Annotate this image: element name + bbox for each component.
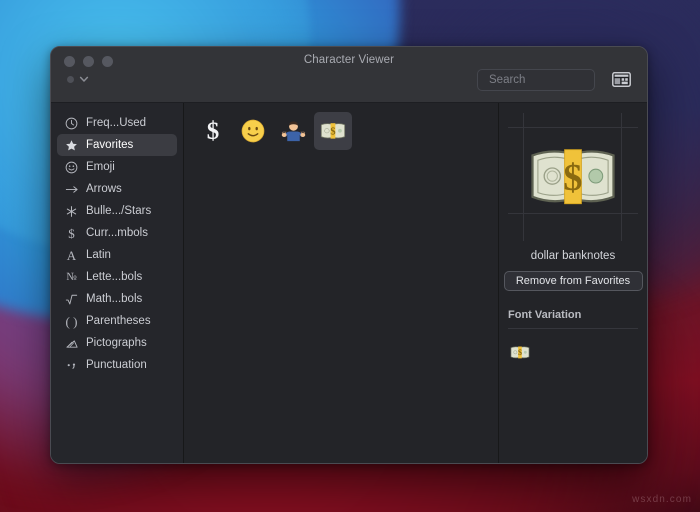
font-variation-cell[interactable]: $ [508, 340, 532, 364]
close-button[interactable] [64, 56, 75, 67]
panel-toggle-button[interactable] [609, 68, 633, 90]
action-dot-icon [67, 75, 74, 83]
character-glyph: $ [206, 117, 220, 145]
sidebar-item-punctuation[interactable]: Punctuation [57, 354, 177, 376]
window-titlebar: Character Viewer [51, 47, 647, 103]
watermark: wsxdn.com [632, 494, 692, 505]
window-body: Freq...Used Favorites Emoji Arrows Bulle… [51, 103, 647, 463]
sidebar-item-bullets-stars[interactable]: Bulle.../Stars [57, 200, 177, 222]
sidebar-item-parentheses[interactable]: ( ) Parentheses [57, 310, 177, 332]
zoom-button[interactable] [102, 56, 113, 67]
sidebar-item-arrows[interactable]: Arrows [57, 178, 177, 200]
chevron-down-icon [79, 76, 89, 82]
sidebar-item-label: Arrows [86, 183, 122, 195]
clock-icon [64, 117, 79, 130]
sidebar-item-latin[interactable]: A Latin [57, 244, 177, 266]
star-icon [64, 139, 79, 152]
sidebar-item-label: Curr...mbols [86, 227, 148, 239]
sidebar-item-label: Lette...bols [86, 271, 143, 283]
letter-a-icon: A [66, 247, 77, 263]
parentheses-icon: ( ) [65, 313, 78, 329]
character-detail-pane: $ dollar banknotes Remove from Favorites… [499, 103, 647, 463]
svg-text:$: $ [518, 348, 522, 357]
character-cell-dollar-banknote[interactable]: $ [314, 112, 352, 150]
sidebar-item-label: Pictographs [86, 337, 147, 349]
punctuation-icon [64, 360, 79, 370]
svg-text:$: $ [330, 127, 335, 138]
dollar-banknote-emoji-large: $ [531, 149, 615, 205]
arrow-right-icon [64, 184, 79, 195]
window-panel-icon [611, 71, 631, 87]
sidebar-item-label: Bulle.../Stars [86, 205, 152, 217]
sidebar-item-math-symbols[interactable]: Math...bols [57, 288, 177, 310]
sidebar-item-label: Math...bols [86, 293, 143, 305]
sidebar-item-label: Latin [86, 249, 111, 261]
sidebar-item-letterlike-symbols[interactable]: № Lette...bols [57, 266, 177, 288]
window-title: Character Viewer [303, 54, 395, 66]
font-variation-list: $ [508, 340, 638, 364]
desktop: Character Viewer Search Freq...Used Favo… [0, 0, 700, 512]
numero-icon: № [66, 270, 77, 283]
preview-glyph: $ [508, 113, 638, 241]
minimize-button[interactable] [83, 56, 94, 67]
sidebar-item-label: Emoji [86, 161, 115, 173]
sidebar-item-emoji[interactable]: Emoji [57, 156, 177, 178]
remove-from-favorites-button[interactable]: Remove from Favorites [503, 271, 643, 291]
dollar-icon: $ [68, 225, 75, 241]
action-menu-button[interactable] [67, 74, 89, 84]
dollar-banknote-emoji-variant: $ [510, 346, 530, 358]
svg-text:$: $ [563, 157, 582, 199]
search-field[interactable] [477, 69, 643, 91]
slightly-smiling-face-emoji [241, 119, 265, 143]
sidebar-item-frequently-used[interactable]: Freq...Used [57, 112, 177, 134]
asterisk-icon [64, 205, 79, 218]
smiley-icon [64, 161, 79, 174]
sidebar-item-label: Freq...Used [86, 117, 147, 129]
font-variation-divider [508, 328, 638, 329]
character-grid-pane: $ $ [184, 103, 499, 463]
character-name: dollar banknotes [530, 250, 616, 262]
category-sidebar: Freq...Used Favorites Emoji Arrows Bulle… [51, 103, 184, 463]
character-cell-slightly-smiling-face[interactable] [234, 112, 272, 150]
sidebar-item-label: Parentheses [86, 315, 151, 327]
sidebar-item-currency-symbols[interactable]: $ Curr...mbols [57, 222, 177, 244]
traffic-light-buttons [64, 56, 113, 67]
sidebar-item-label: Punctuation [86, 359, 147, 371]
square-root-icon [64, 293, 79, 306]
character-viewer-window: Character Viewer Search Freq...Used Favo… [50, 46, 648, 464]
sidebar-item-pictographs[interactable]: Pictographs [57, 332, 177, 354]
character-grid: $ $ [194, 112, 488, 150]
character-cell-person-shrugging[interactable] [274, 112, 312, 150]
person-shrugging-emoji [281, 121, 305, 141]
sidebar-item-label: Favorites [86, 139, 134, 151]
dollar-banknote-emoji: $ [320, 123, 346, 139]
font-variation-heading: Font Variation [508, 309, 582, 321]
sidebar-item-favorites[interactable]: Favorites [57, 134, 177, 156]
character-cell-dollar-sign[interactable]: $ [194, 112, 232, 150]
character-preview: $ [508, 113, 638, 241]
pictograph-icon [64, 337, 79, 350]
